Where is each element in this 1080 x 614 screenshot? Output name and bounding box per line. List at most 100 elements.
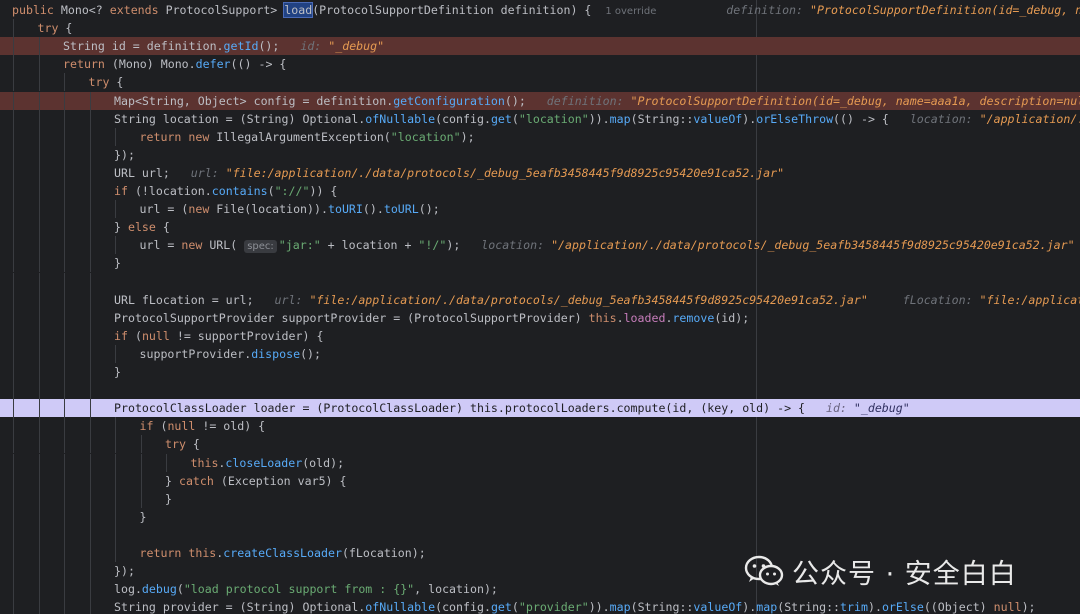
indent-guide <box>38 435 40 454</box>
code-line-content: ProtocolClassLoader loader = (ProtocolCl… <box>114 399 910 417</box>
indent-guide <box>13 580 14 599</box>
code-line[interactable]: url = new URL( spec: "jar:" + location + … <box>0 236 1080 255</box>
inline-hint-label: url: <box>274 292 310 307</box>
code-line[interactable]: URL url; url: "file:/application/./data/… <box>0 163 1080 182</box>
keyword: if <box>139 419 161 434</box>
code-editor[interactable]: public Mono<? extends ProtocolSupport> l… <box>0 0 1080 614</box>
code-line[interactable]: if (null != old) { <box>0 417 1080 436</box>
method-call: valueOf <box>693 111 743 126</box>
string-literal: "provider" <box>518 600 589 614</box>
code-line[interactable]: try { <box>0 19 1080 38</box>
indent-guide <box>13 471 14 490</box>
code-text: Mono<? <box>60 3 110 17</box>
code-line[interactable]: try { <box>0 73 1080 92</box>
code-text: Map<String, Object> config = definition. <box>114 93 394 108</box>
inline-hint-label: url: <box>190 165 226 180</box>
code-text: } <box>139 509 147 524</box>
indent-guide <box>38 127 40 146</box>
code-text: File(location)). <box>216 202 328 217</box>
inline-hint-value: "ProtocolSupportDefinition(id=_debug, na… <box>810 3 1080 17</box>
code-line-content: supportProvider.dispose(); <box>140 345 322 363</box>
code-text: ProtocolSupport> <box>165 3 285 17</box>
code-line[interactable]: } <box>0 363 1080 381</box>
indent-guide <box>89 598 91 614</box>
code-text: ( <box>134 328 142 343</box>
code-text: (() -> { <box>230 57 287 72</box>
code-line-breakpoint[interactable]: Map<String, Object> config = definition.… <box>0 91 1080 110</box>
code-text: } <box>165 491 172 506</box>
method-call: orElseThrow <box>756 111 834 126</box>
code-line[interactable]: URL fLocation = url; url: "file:/applica… <box>0 290 1080 309</box>
code-line[interactable]: String provider = (String) Optional.ofNu… <box>0 598 1080 614</box>
string-literal: "load protocol support from : {}" <box>183 582 415 597</box>
code-line-content: String provider = (String) Optional.ofNu… <box>114 598 1036 614</box>
keyword: return this <box>139 546 217 560</box>
code-line[interactable]: } else { <box>0 218 1080 237</box>
code-line-current-execution[interactable]: ProtocolClassLoader loader = (ProtocolCl… <box>0 399 1080 418</box>
indent-guide <box>115 435 116 454</box>
code-line-content: } <box>114 254 121 272</box>
string-literal: "!/" <box>418 238 447 253</box>
code-text: (); <box>300 346 322 361</box>
indent-guide <box>64 544 65 562</box>
selected-method-name[interactable]: load <box>283 2 314 18</box>
code-text: (). <box>362 202 384 217</box>
code-line[interactable]: ProtocolSupportProvider supportProvider … <box>0 308 1080 327</box>
indent-guide <box>13 525 14 544</box>
indent-guide <box>38 91 40 110</box>
code-line[interactable]: String location = (String) Optional.ofNu… <box>0 109 1080 128</box>
inline-hint-value: "file:/application/./data/protocols/_deb… <box>225 165 785 180</box>
indent-guide <box>140 471 142 490</box>
indent-guide <box>140 453 142 472</box>
code-line[interactable]: } <box>0 507 1080 526</box>
code-line[interactable]: try { <box>0 435 1080 454</box>
method-call: contains <box>211 184 268 198</box>
code-line-breakpoint[interactable]: String id = definition.getId(); id: "_de… <box>0 37 1080 56</box>
indent-guide <box>64 272 65 291</box>
code-line[interactable] <box>0 272 1080 291</box>
indent-guide <box>38 73 40 92</box>
indent-guide <box>115 236 116 255</box>
indent-guide <box>38 507 40 526</box>
code-line[interactable] <box>0 525 1080 544</box>
code-line-content: URL url; url: "file:/application/./data/… <box>114 164 784 182</box>
indent-guide <box>64 127 65 146</box>
inline-hint-value: "ProtocolSupportDefinition(id=_debug, na… <box>630 93 1080 108</box>
code-line[interactable]: } catch (Exception var5) { <box>0 471 1080 490</box>
keyword: try <box>165 437 193 452</box>
code-line[interactable]: if (!location.contains("://")) { <box>0 182 1080 200</box>
code-text: (); <box>258 39 301 54</box>
code-text: != supportProvider) { <box>176 328 324 343</box>
code-line[interactable] <box>0 381 1080 400</box>
code-line[interactable]: supportProvider.dispose(); <box>0 344 1080 363</box>
indent-guide <box>64 236 65 255</box>
indent-guide <box>89 507 91 526</box>
code-text: ( <box>511 600 519 614</box>
indent-guide <box>38 254 40 273</box>
code-line[interactable]: }); <box>0 145 1080 164</box>
code-line-content: try { <box>38 19 73 37</box>
code-line[interactable]: public Mono<? extends ProtocolSupport> l… <box>0 1 1080 19</box>
code-line[interactable]: url = (new File(location)).toURI().toURL… <box>0 200 1080 219</box>
indent-guide <box>38 363 40 381</box>
code-line-content: return this.createClassLoader(fLocation)… <box>140 544 426 562</box>
code-line[interactable]: return new IllegalArgumentException("loc… <box>0 127 1080 146</box>
indent-guide <box>115 507 116 526</box>
indent-guide <box>13 254 14 273</box>
code-text: ). <box>742 600 757 614</box>
code-line[interactable]: return (Mono) Mono.defer(() -> { <box>0 55 1080 74</box>
indent-guide <box>13 73 14 92</box>
code-line-content: } <box>114 363 121 381</box>
code-line[interactable]: if (null != supportProvider) { <box>0 326 1080 345</box>
code-text: (String:: <box>777 600 841 614</box>
keyword: return new <box>139 129 217 144</box>
indent-guide <box>13 127 14 146</box>
indent-guide <box>13 489 14 508</box>
keyword: public <box>12 3 61 17</box>
code-line[interactable]: } <box>0 489 1080 508</box>
code-line[interactable]: } <box>0 254 1080 273</box>
override-count[interactable]: 1 override <box>605 6 656 17</box>
method-call: toURL <box>383 202 419 217</box>
code-line[interactable]: this.closeLoader(old); <box>0 453 1080 472</box>
